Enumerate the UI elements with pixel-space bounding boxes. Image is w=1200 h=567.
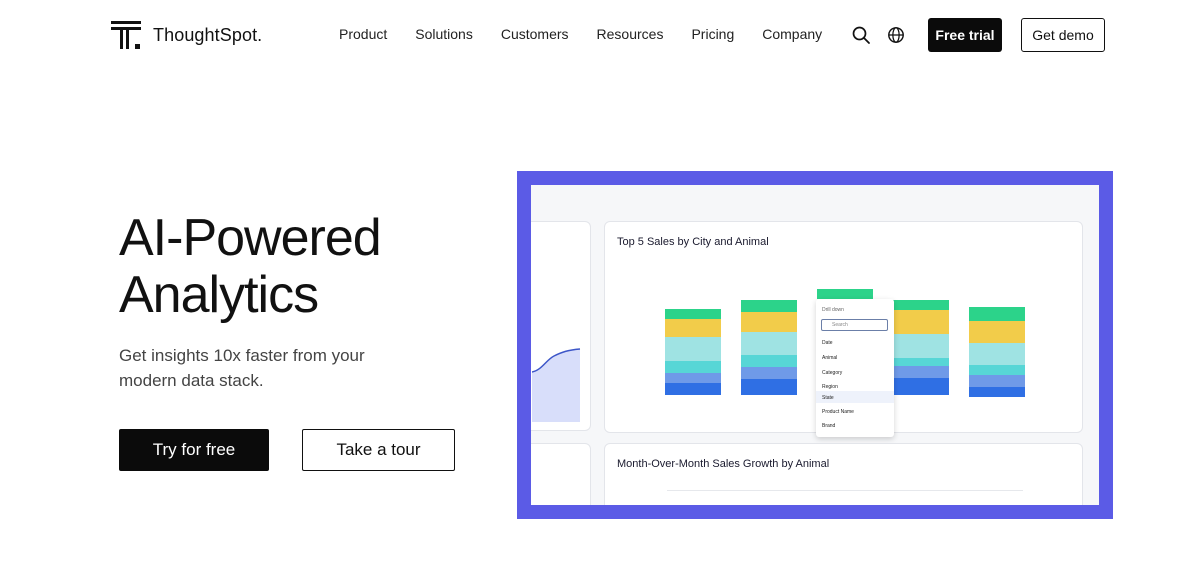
top-navigation: ThoughtSpot. Product Solutions Customers… — [0, 0, 1200, 72]
search-icon[interactable] — [851, 25, 871, 45]
dropdown-header: Drill down — [822, 307, 844, 313]
nav-link-solutions[interactable]: Solutions — [415, 26, 473, 42]
globe-icon[interactable] — [887, 26, 905, 44]
dropdown-item-category[interactable]: Category — [822, 370, 842, 376]
free-trial-button[interactable]: Free trial — [928, 18, 1002, 52]
nav-link-company[interactable]: Company — [762, 26, 822, 42]
hero-title-line-1: AI-Powered — [119, 209, 382, 267]
nav-link-pricing[interactable]: Pricing — [691, 26, 734, 42]
nav-link-customers[interactable]: Customers — [501, 26, 569, 42]
chart-gridline — [667, 490, 1023, 491]
brand-name: ThoughtSpot. — [153, 24, 263, 45]
area-chart-graphic — [532, 348, 581, 422]
dropdown-item-product-name[interactable]: Product Name — [822, 409, 854, 415]
nav-links: Product Solutions Customers Resources Pr… — [339, 26, 850, 42]
dropdown-item-region[interactable]: Region — [822, 384, 838, 390]
dropdown-item-animal[interactable]: Animal — [822, 355, 837, 361]
dropdown-search-input[interactable]: Search — [821, 319, 888, 331]
dropdown-item-date[interactable]: Date — [822, 340, 833, 346]
partial-area-chart-card — [531, 221, 591, 431]
dropdown-item-brand[interactable]: Brand — [822, 423, 835, 429]
nav-link-product[interactable]: Product — [339, 26, 387, 42]
get-demo-button[interactable]: Get demo — [1021, 18, 1105, 52]
hero-subtitle: Get insights 10x faster from your modern… — [119, 346, 365, 390]
partial-card — [531, 443, 591, 505]
take-a-tour-button[interactable]: Take a tour — [302, 429, 455, 471]
growth-chart-title: Month-Over-Month Sales Growth by Animal — [617, 458, 830, 470]
dropdown-item-state[interactable]: State — [822, 395, 834, 401]
try-for-free-button[interactable]: Try for free — [119, 429, 269, 471]
product-preview-screen: Top 5 Sales by City and Animal Drill dow… — [531, 185, 1099, 505]
sales-chart-title: Top 5 Sales by City and Animal — [617, 236, 769, 248]
hero-title: AI-Powered Analytics — [119, 209, 382, 324]
nav-link-resources[interactable]: Resources — [597, 26, 664, 42]
product-preview-frame: Top 5 Sales by City and Animal Drill dow… — [517, 171, 1113, 519]
hero-title-line-2: Analytics — [119, 266, 319, 324]
drill-down-menu: Drill down Search Date Animal Category R… — [816, 299, 894, 437]
thoughtspot-logo-icon — [111, 21, 141, 49]
growth-chart-card: Month-Over-Month Sales Growth by Animal — [604, 443, 1083, 505]
brand-logo[interactable]: ThoughtSpot. — [111, 19, 262, 51]
